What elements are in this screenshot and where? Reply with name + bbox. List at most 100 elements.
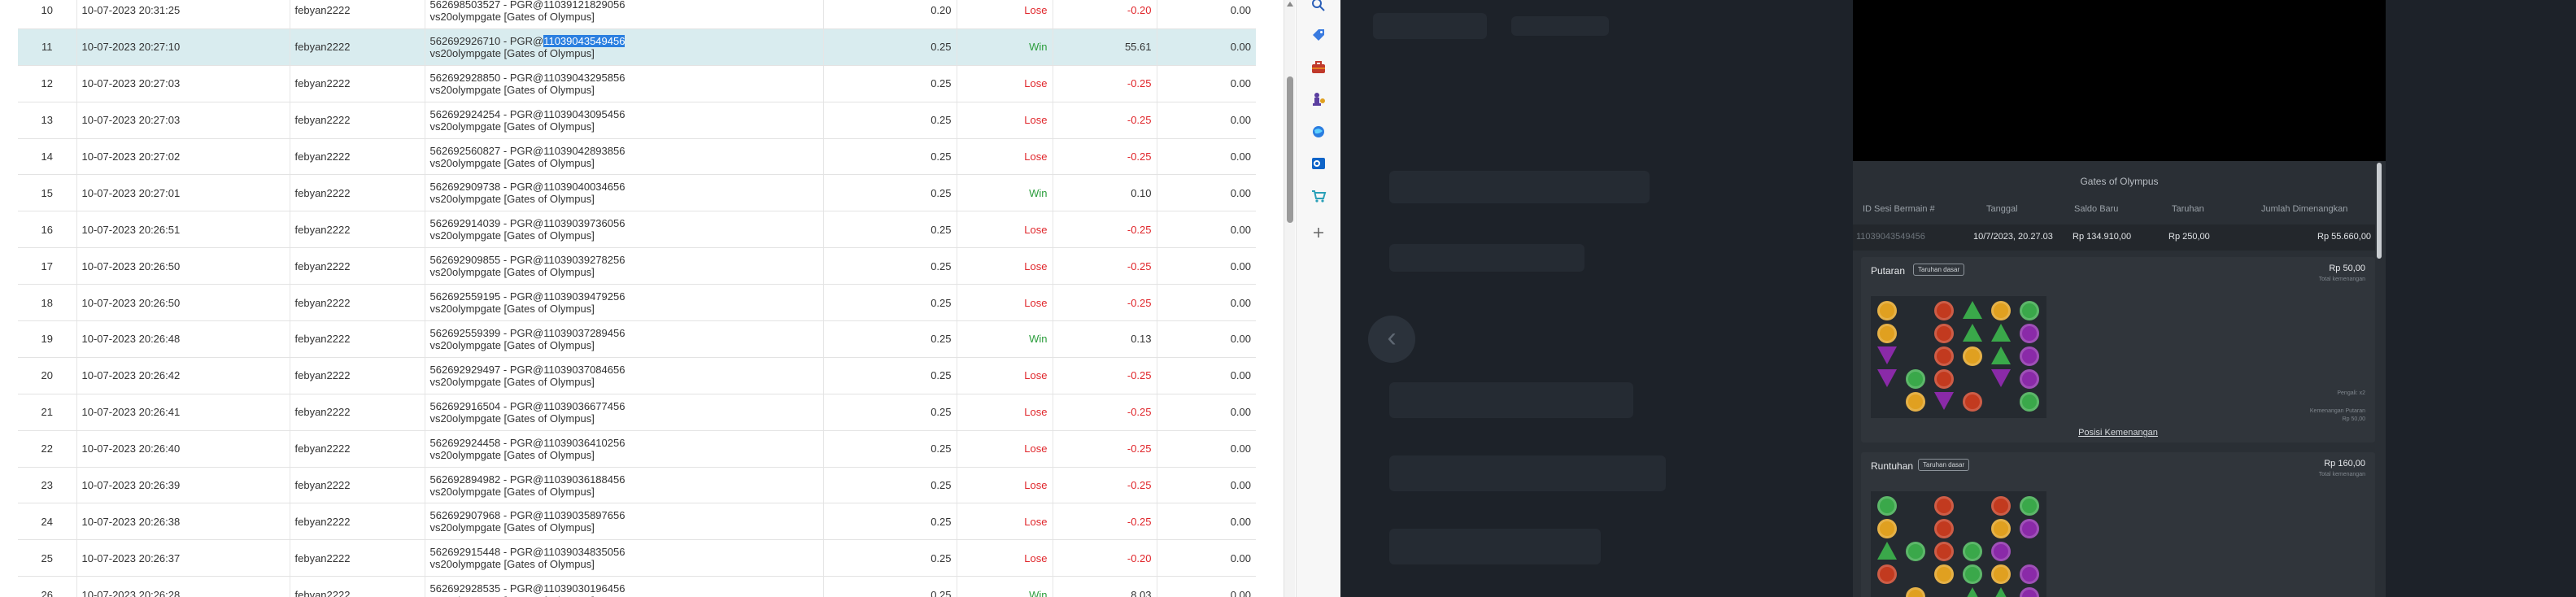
table-row[interactable]: 17 10-07-2023 20:26:50 febyan2222 562692909… — [18, 247, 1256, 285]
reel-symbol-icon — [1991, 369, 2011, 387]
table-row[interactable]: 18 10-07-2023 20:26:50 febyan2222 562692559… — [18, 284, 1256, 322]
cell-reference: 562692928850 - PGR@11039043295856 vs20oly… — [424, 64, 823, 102]
game-name: vs20olympgate [Gates of Olympus] — [429, 193, 595, 206]
winning-positions-link[interactable]: Posisi Kemenangan — [1861, 428, 2375, 438]
table-row[interactable]: 23 10-07-2023 20:26:39 febyan2222 562692894… — [18, 466, 1256, 504]
cell-datetime: 10-07-2023 20:26:42 — [76, 356, 290, 394]
reel-symbol-icon — [2020, 564, 2039, 584]
table-row[interactable]: 16 10-07-2023 20:26:51 febyan2222 562692914… — [18, 211, 1256, 249]
cell-extra: 0.00 — [1156, 174, 1256, 212]
cell-bet: 0.25 — [822, 174, 957, 212]
table-row[interactable]: 15 10-07-2023 20:27:01 febyan2222 562692909… — [18, 174, 1256, 212]
table-row[interactable]: 21 10-07-2023 20:26:41 febyan2222 562692916… — [18, 393, 1256, 431]
card-badge: Taruhan dasar — [1918, 459, 1970, 471]
panel-scrollbar[interactable] — [2375, 161, 2383, 597]
reference-id: 562692926710 — [429, 34, 501, 47]
summary-win: Rp 55.660,00 — [2317, 232, 2372, 242]
cell-extra: 0.00 — [1156, 429, 1256, 468]
cell-extra: 0.00 — [1156, 356, 1256, 394]
game-video-area — [1853, 0, 2386, 161]
table-row[interactable]: 11 10-07-2023 20:27:10 febyan2222 562692926… — [18, 28, 1256, 66]
reference-code: PGR@11039121829056 — [509, 0, 625, 11]
search-icon[interactable] — [1310, 0, 1327, 13]
reference-code: PGR@11039036410256 — [509, 436, 625, 449]
game-name: vs20olympgate [Gates of Olympus] — [429, 485, 595, 498]
cell-row-number: 26 — [18, 576, 76, 597]
reel-symbol-icon — [2020, 369, 2039, 389]
panel-scrollbar-thumb[interactable] — [2377, 163, 2382, 259]
plus-icon[interactable] — [1310, 224, 1327, 241]
reference-id: 562698503527 — [429, 0, 501, 11]
table-row[interactable]: 24 10-07-2023 20:26:38 febyan2222 562692907… — [18, 503, 1256, 541]
cell-username: febyan2222 — [289, 320, 425, 358]
scroll-up-arrow-icon[interactable] — [1287, 2, 1293, 7]
cell-datetime: 10-07-2023 20:26:50 — [76, 247, 290, 285]
game-name: vs20olympgate [Gates of Olympus] — [429, 83, 595, 96]
cell-result: Lose — [956, 429, 1053, 468]
cell-row-number: 23 — [18, 466, 76, 504]
reel-symbol-icon — [2020, 301, 2039, 320]
reference-line: 562692907968 - PGR@11039035897656 — [429, 509, 625, 522]
tag-icon[interactable] — [1310, 27, 1327, 43]
card-badge: Taruhan dasar — [1913, 264, 1965, 276]
reference-code: PGR@11039039736056 — [509, 217, 625, 230]
game-name: vs20olympgate [Gates of Olympus] — [429, 120, 595, 133]
chevron-left-icon: ‹ — [1387, 322, 1397, 353]
cell-extra: 0.00 — [1156, 284, 1256, 322]
table-row[interactable]: 19 10-07-2023 20:26:48 febyan2222 562692559… — [18, 320, 1256, 358]
reference-line: 562692926710 - PGR@11039043549456 — [429, 34, 625, 47]
header-balance: Saldo Baru — [2074, 204, 2119, 214]
table-row[interactable]: 22 10-07-2023 20:26:40 febyan2222 562692924… — [18, 429, 1256, 468]
reel-symbol-icon — [1934, 564, 1954, 584]
reel-symbol-icon — [1963, 587, 1982, 597]
globe-icon[interactable] — [1310, 124, 1327, 140]
header-date: Tanggal — [1986, 204, 2018, 214]
cell-reference: 562692909855 - PGR@11039039278256 vs20oly… — [424, 247, 823, 285]
cell-extra: 0.00 — [1156, 137, 1256, 176]
cell-result: Win — [956, 28, 1053, 66]
table-row[interactable]: 20 10-07-2023 20:26:42 febyan2222 562692929… — [18, 356, 1256, 394]
spin-win-value: Rp 50,00 — [2342, 416, 2365, 422]
card-amount: Rp 50,00 — [2329, 264, 2365, 273]
reel-symbol-icon — [2020, 392, 2039, 412]
cell-bet: 0.25 — [822, 28, 957, 66]
reference-id: 562692915448 — [429, 546, 501, 559]
outlook-icon[interactable] — [1310, 155, 1327, 172]
reference-line: 562692909855 - PGR@11039039278256 — [429, 254, 625, 267]
card-subtitle: Total kemenangan — [2318, 472, 2365, 477]
cell-username: febyan2222 — [289, 174, 425, 212]
background-nav-placeholder — [1511, 16, 1609, 36]
cell-winloss: -0.25 — [1052, 429, 1157, 468]
table-row[interactable]: 25 10-07-2023 20:26:37 febyan2222 562692915… — [18, 539, 1256, 577]
table-row[interactable]: 26 10-07-2023 20:26:28 febyan2222 562692928… — [18, 576, 1256, 597]
reference-code: PGR@11039037289456 — [509, 326, 625, 339]
reel-symbol-icon — [1991, 542, 2011, 561]
cell-extra: 0.00 — [1156, 211, 1256, 249]
table-scrollbar[interactable] — [1284, 0, 1295, 597]
table-row[interactable]: 12 10-07-2023 20:27:03 febyan2222 562692928… — [18, 64, 1256, 102]
reference-id: 562692928535 — [429, 582, 501, 595]
table-row[interactable]: 14 10-07-2023 20:27:02 febyan2222 562692560… — [18, 137, 1256, 176]
cell-datetime: 10-07-2023 20:26:39 — [76, 466, 290, 504]
chess-icon[interactable] — [1310, 91, 1327, 107]
back-arrow-button[interactable]: ‹ — [1368, 316, 1415, 363]
cell-result: Lose — [956, 211, 1053, 249]
table-row[interactable]: 13 10-07-2023 20:27:03 febyan2222 562692924… — [18, 101, 1256, 139]
reference-id: 562692559399 — [429, 326, 501, 339]
shopping-cart-icon[interactable] — [1310, 188, 1327, 204]
cell-winloss: -0.20 — [1052, 0, 1157, 29]
cell-bet: 0.20 — [822, 0, 957, 29]
reference-id: 562692916504 — [429, 399, 501, 412]
toolbox-icon[interactable] — [1310, 59, 1327, 76]
reel-symbol-icon — [1934, 519, 1954, 538]
cell-datetime: 10-07-2023 20:26:48 — [76, 320, 290, 358]
reference-code: PGR@11039042893856 — [509, 144, 625, 157]
cell-winloss: -0.25 — [1052, 101, 1157, 139]
reference-id: 562692909855 — [429, 254, 501, 267]
reel-symbol-icon — [1991, 587, 2011, 597]
table-row[interactable]: 10 10-07-2023 20:31:25 febyan2222 562698503… — [18, 0, 1256, 29]
scrollbar-thumb[interactable] — [1287, 76, 1293, 223]
background-card-placeholder — [1389, 171, 1650, 203]
reel-symbol-icon — [1991, 564, 2011, 584]
cell-reference: 562692914039 - PGR@11039039736056 vs20oly… — [424, 211, 823, 249]
